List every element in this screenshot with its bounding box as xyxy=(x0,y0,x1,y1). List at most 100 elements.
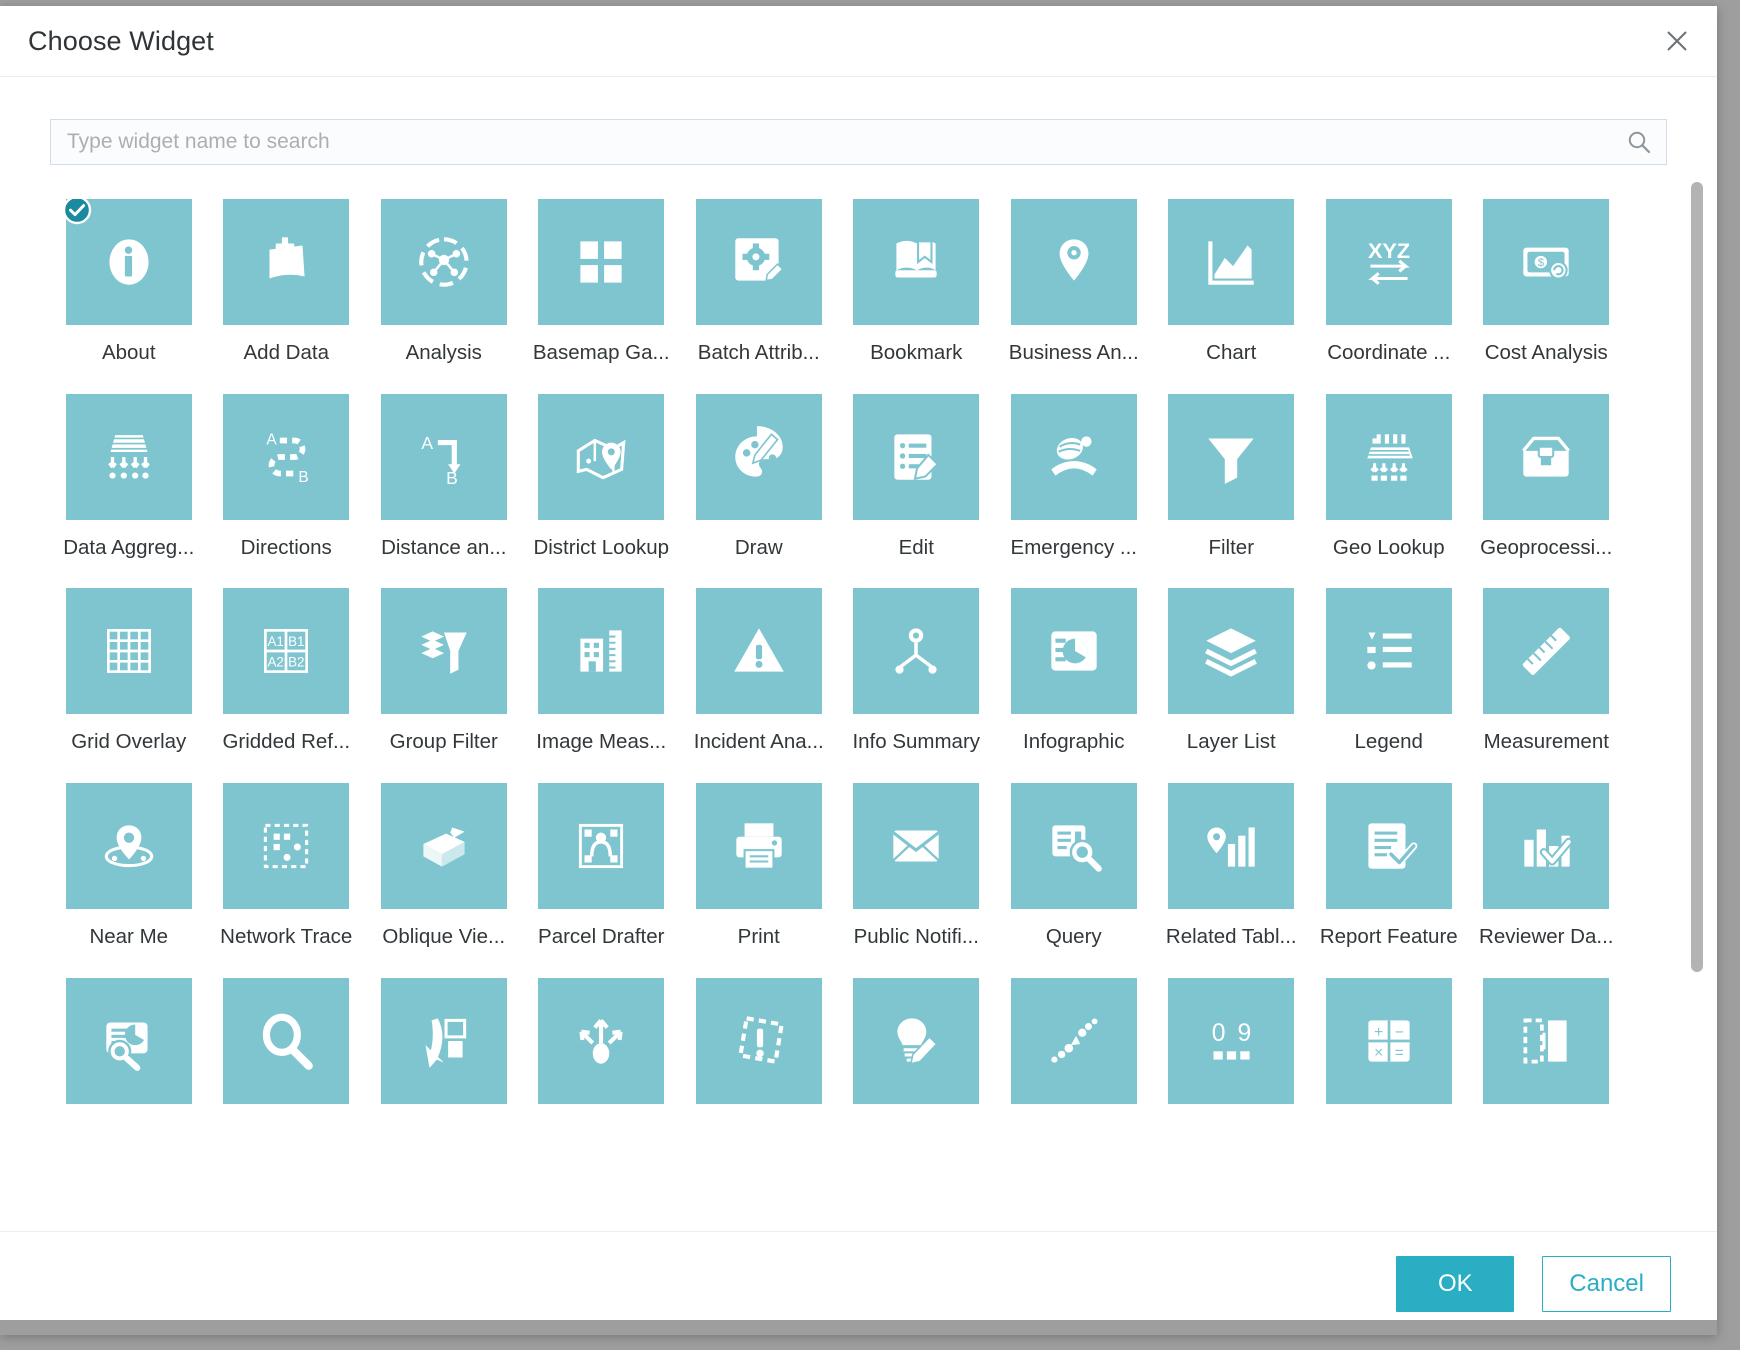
info-summary-icon[interactable] xyxy=(853,588,980,715)
reviewer-dashboard-icon[interactable] xyxy=(1483,782,1610,909)
widget-item[interactable] xyxy=(372,977,516,1147)
filter-funnel-icon[interactable] xyxy=(1168,393,1295,520)
widget-item[interactable] xyxy=(529,977,673,1147)
image-measurement-icon[interactable] xyxy=(538,588,665,715)
widget-item[interactable]: Reviewer Da... xyxy=(1474,782,1618,978)
widget-item[interactable]: Emergency ... xyxy=(1002,393,1146,589)
widget-item[interactable]: A1 B1 A2 B2 Gridded Ref... xyxy=(214,588,358,783)
widget-item[interactable] xyxy=(214,977,358,1147)
summary-report-icon[interactable] xyxy=(65,977,192,1104)
widget-item[interactable]: Image Meas... xyxy=(529,588,673,783)
distance-direction-icon[interactable]: AB xyxy=(380,393,507,520)
widget-item[interactable]: Draw xyxy=(687,393,831,589)
widget-item[interactable]: Info Summary xyxy=(844,588,988,783)
district-lookup-icon[interactable] xyxy=(538,393,665,520)
batch-attribute-editor-icon[interactable] xyxy=(695,199,822,325)
vertical-scrollbar-thumb[interactable] xyxy=(1691,182,1703,972)
ok-button[interactable]: OK xyxy=(1396,1255,1515,1312)
widget-item[interactable]: Near Me xyxy=(57,782,201,978)
grid-overlay-icon[interactable] xyxy=(65,588,192,715)
situation-awareness-icon[interactable] xyxy=(695,977,822,1104)
parcel-drafter-icon[interactable] xyxy=(538,782,665,909)
public-notification-icon[interactable] xyxy=(853,782,980,909)
widget-item[interactable] xyxy=(1002,977,1146,1147)
widget-item[interactable]: Group Filter xyxy=(372,588,516,783)
widget-item[interactable]: XYZ Coordinate ... xyxy=(1317,199,1461,394)
widget-item[interactable]: Basemap Ga... xyxy=(529,199,673,394)
select-cursor-icon[interactable] xyxy=(380,977,507,1104)
widget-item[interactable]: Batch Attrib... xyxy=(687,199,831,394)
widget-item[interactable]: A B Distance an... xyxy=(372,393,516,589)
widget-item[interactable]: District Lookup xyxy=(529,393,673,589)
near-me-icon[interactable] xyxy=(65,782,192,909)
measurement-ruler-icon[interactable] xyxy=(1483,588,1610,715)
geoprocessing-icon[interactable] xyxy=(1483,393,1610,520)
widget-item[interactable]: Query xyxy=(1002,782,1146,978)
widget-item[interactable]: Public Notifi... xyxy=(844,782,988,978)
smart-editor-icon[interactable] xyxy=(853,977,980,1104)
widget-item[interactable] xyxy=(1474,977,1618,1147)
widget-item[interactable]: Report Feature xyxy=(1317,782,1461,978)
widget-item[interactable]: Geoprocessi... xyxy=(1474,393,1618,589)
stream-points-icon[interactable] xyxy=(1010,977,1137,1104)
widget-item[interactable]: Chart xyxy=(1159,199,1303,394)
edit-icon[interactable] xyxy=(853,393,980,520)
vertical-scrollbar-track[interactable] xyxy=(1690,182,1704,1134)
suitability-modeler-icon[interactable]: 09 xyxy=(1168,977,1295,1104)
widget-item[interactable]: Infographic xyxy=(1002,588,1146,783)
widget-item[interactable] xyxy=(687,977,831,1147)
widget-item[interactable]: 09 xyxy=(1159,977,1303,1147)
layer-list-icon[interactable] xyxy=(1168,588,1295,715)
widget-item[interactable]: + − × = xyxy=(1317,977,1461,1147)
close-icon[interactable] xyxy=(1657,21,1697,61)
search-icon[interactable] xyxy=(1626,129,1652,155)
widget-item[interactable]: A B Directions xyxy=(214,393,358,589)
business-analyst-icon[interactable] xyxy=(1010,199,1137,325)
draw-palette-icon[interactable] xyxy=(695,393,822,520)
incident-analysis-icon[interactable] xyxy=(695,588,822,715)
network-trace-icon[interactable] xyxy=(223,782,350,909)
widget-item[interactable]: Bookmark xyxy=(844,199,988,394)
widget-item[interactable]: Business An... xyxy=(1002,199,1146,394)
coordinate-conversion-icon[interactable]: XYZ xyxy=(1325,199,1452,325)
chart-icon[interactable] xyxy=(1168,199,1295,325)
widget-item[interactable]: Parcel Drafter xyxy=(529,782,673,978)
widget-item[interactable]: Add Data xyxy=(214,199,358,394)
basemap-gallery-icon[interactable] xyxy=(538,199,665,325)
data-aggregation-icon[interactable] xyxy=(65,393,192,520)
summary-calculator-icon[interactable]: + − × = xyxy=(1325,977,1452,1104)
search-input[interactable] xyxy=(51,120,1666,164)
widget-item[interactable]: About xyxy=(57,199,201,394)
add-data-icon[interactable] xyxy=(223,199,350,325)
cancel-button[interactable]: Cancel xyxy=(1542,1255,1671,1312)
print-icon[interactable] xyxy=(695,782,822,909)
geo-lookup-icon[interactable] xyxy=(1325,393,1452,520)
widget-item[interactable]: Data Aggreg... xyxy=(57,393,201,589)
analysis-network-icon[interactable] xyxy=(380,199,507,325)
widget-grid-scroll-region[interactable]: About Add Data Analysis Basemap Ga... Batch … xyxy=(0,199,1717,1231)
legend-icon[interactable] xyxy=(1325,588,1452,715)
related-table-chart-icon[interactable] xyxy=(1168,782,1295,909)
share-arrows-icon[interactable] xyxy=(538,977,665,1104)
widget-item[interactable]: Edit xyxy=(844,393,988,589)
widget-item[interactable]: Geo Lookup xyxy=(1317,393,1461,589)
widget-item[interactable]: Print xyxy=(687,782,831,978)
cost-analysis-icon[interactable]: $ xyxy=(1483,199,1610,325)
swipe-icon[interactable] xyxy=(1483,977,1610,1104)
widget-item[interactable]: Filter xyxy=(1159,393,1303,589)
infographic-icon[interactable] xyxy=(1010,588,1137,715)
widget-item[interactable]: Incident Ana... xyxy=(687,588,831,783)
search-box[interactable] xyxy=(50,119,1667,165)
widget-item[interactable]: Oblique Vie... xyxy=(372,782,516,978)
search-magnifier-icon[interactable] xyxy=(223,977,350,1104)
oblique-viewer-icon[interactable] xyxy=(380,782,507,909)
directions-icon[interactable]: AB xyxy=(223,393,350,520)
bookmark-icon[interactable] xyxy=(853,199,980,325)
widget-item[interactable] xyxy=(844,977,988,1147)
widget-item[interactable]: Measurement xyxy=(1474,588,1618,783)
widget-item[interactable]: Related Tabl... xyxy=(1159,782,1303,978)
widget-item[interactable]: Analysis xyxy=(372,199,516,394)
widget-item[interactable]: Grid Overlay xyxy=(57,588,201,783)
group-filter-icon[interactable] xyxy=(380,588,507,715)
widget-item[interactable]: Network Trace xyxy=(214,782,358,978)
